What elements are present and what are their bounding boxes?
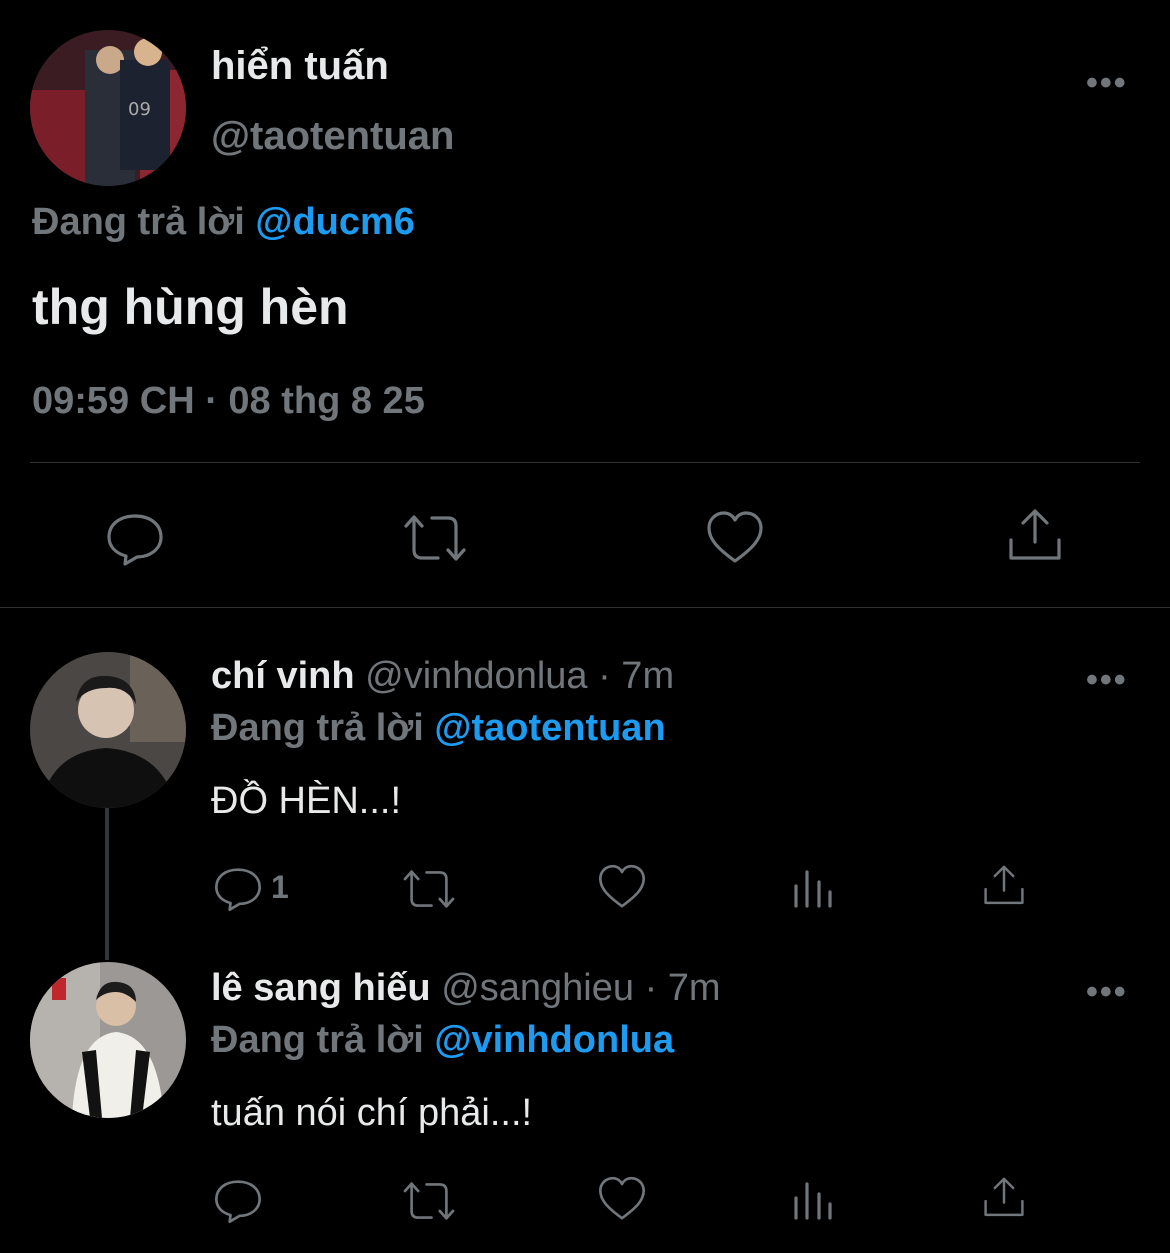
reply-2-display-name[interactable]: lê sang hiếu — [211, 967, 431, 1009]
reply-2-like-button[interactable] — [597, 1174, 647, 1224]
thread-line — [105, 808, 109, 960]
main-share-button[interactable] — [1005, 506, 1065, 566]
share-icon — [984, 865, 1024, 905]
main-reply-button[interactable] — [105, 508, 165, 568]
reply-prefix: Đang trả lời — [211, 707, 424, 749]
main-tweet-text: thg hùng hèn — [32, 279, 349, 335]
svg-text:09: 09 — [128, 99, 151, 120]
reply-2-avatar[interactable] — [30, 962, 186, 1118]
reply-1-display-name[interactable]: chí vinh — [211, 655, 355, 697]
reply-1-text: ĐỒ HÈN...! — [211, 780, 402, 822]
main-more-icon[interactable]: ••• — [1086, 66, 1128, 100]
reply-1-reply-button[interactable]: 1 — [213, 863, 303, 913]
like-icon — [599, 864, 645, 908]
reply-1-meta[interactable]: @vinhdonlua · 7m — [365, 655, 674, 697]
retweet-icon — [404, 515, 466, 561]
main-tweet-avatar[interactable]: 09 — [30, 30, 186, 186]
main-divider — [30, 462, 1140, 463]
reply-1-context: Đang trả lời @taotentuan — [211, 707, 666, 750]
retweet-icon — [403, 1182, 455, 1220]
reply-1-share-button[interactable] — [981, 862, 1027, 910]
main-display-name[interactable]: hiển tuấn — [211, 44, 389, 89]
reply-icon — [107, 514, 163, 566]
reply-2-share-button[interactable] — [981, 1174, 1027, 1222]
retweet-icon — [403, 870, 455, 908]
reply-prefix: Đang trả lời — [211, 1019, 424, 1061]
reply-1-avatar[interactable] — [30, 652, 186, 808]
section-divider — [0, 607, 1170, 608]
reply-2-context: Đang trả lời @vinhdonlua — [211, 1019, 674, 1062]
reply-2-meta[interactable]: @sanghieu · 7m — [441, 967, 720, 1009]
reply-to-link[interactable]: @ducm6 — [255, 201, 415, 243]
main-timestamp[interactable]: 09:59 CH · 08 thg 8 25 — [32, 380, 425, 423]
main-like-button[interactable] — [705, 508, 765, 568]
reply-2-more-icon[interactable]: ••• — [1086, 975, 1128, 1009]
reply-2-retweet-button[interactable] — [400, 1176, 458, 1226]
reply-to-link[interactable]: @vinhdonlua — [434, 1019, 674, 1061]
reply-1-like-button[interactable] — [597, 862, 647, 912]
like-icon — [707, 511, 763, 563]
reply-1-header: chí vinh @vinhdonlua · 7m — [211, 655, 674, 698]
reply-2-views-button[interactable] — [790, 1176, 836, 1222]
views-icon — [794, 1182, 832, 1220]
reply-2-reply-button[interactable] — [213, 1175, 263, 1225]
reply-prefix: Đang trả lời — [32, 201, 245, 243]
reply-to-link[interactable]: @taotentuan — [434, 707, 665, 749]
like-icon — [599, 1176, 645, 1220]
reply-icon — [215, 868, 261, 911]
reply-1-views-button[interactable] — [790, 864, 836, 910]
views-icon — [794, 870, 832, 908]
reply-2-header: lê sang hiếu @sanghieu · 7m — [211, 967, 721, 1010]
main-retweet-button[interactable] — [400, 508, 470, 568]
main-reply-context: Đang trả lời @ducm6 — [32, 201, 415, 244]
reply-1-more-icon[interactable]: ••• — [1086, 663, 1128, 697]
share-icon — [1009, 509, 1061, 560]
reply-2-text: tuấn nói chí phải...! — [211, 1092, 533, 1134]
reply-icon — [215, 1180, 261, 1223]
share-icon — [984, 1177, 1024, 1217]
reply-count: 1 — [271, 869, 289, 905]
main-handle[interactable]: @taotentuan — [211, 114, 454, 159]
reply-1-retweet-button[interactable] — [400, 864, 458, 914]
